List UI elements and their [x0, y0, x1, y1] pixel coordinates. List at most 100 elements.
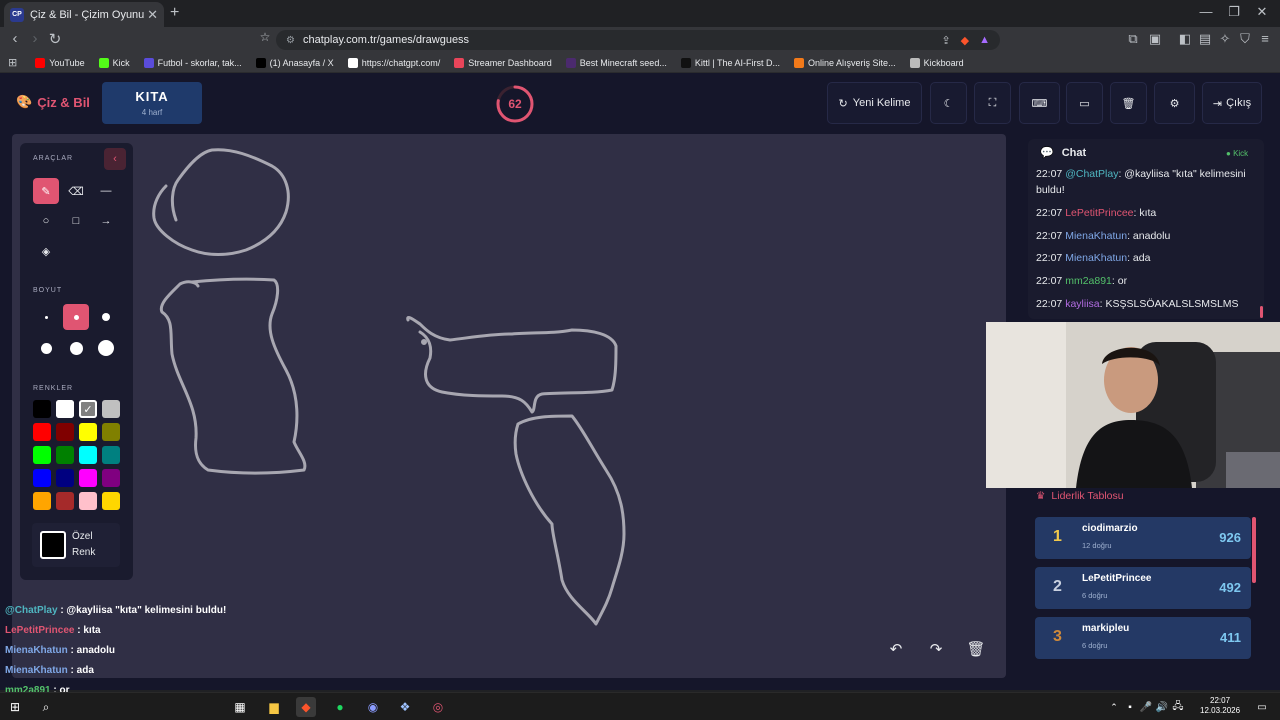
- undo-button[interactable]: ↶: [883, 636, 909, 662]
- bookmark-item[interactable]: Online Alışveriş Site...: [794, 57, 896, 68]
- color-swatch[interactable]: [33, 469, 51, 487]
- collapse-panel-button[interactable]: ‹: [104, 148, 126, 170]
- rectangle-tool[interactable]: □: [63, 208, 89, 234]
- brave-browser-icon[interactable]: ◆: [296, 697, 316, 717]
- color-swatch[interactable]: [56, 446, 74, 464]
- apps-icon[interactable]: ⊞: [8, 56, 17, 69]
- taskbar-clock[interactable]: 22:07 12.03.2026: [1200, 696, 1240, 716]
- eraser-tool[interactable]: ⌫: [63, 178, 89, 204]
- bookmark-item[interactable]: Futbol - skorlar, tak...: [143, 57, 242, 68]
- task-view-icon[interactable]: ▦: [230, 697, 250, 717]
- color-swatch[interactable]: [56, 423, 74, 441]
- color-swatch[interactable]: [33, 492, 51, 510]
- color-swatch[interactable]: [79, 492, 97, 510]
- wallet-icon[interactable]: ▣: [1146, 31, 1164, 47]
- menu-icon[interactable]: ≡: [1256, 31, 1274, 46]
- color-swatch[interactable]: [79, 423, 97, 441]
- color-swatch[interactable]: [33, 400, 51, 418]
- size-option-1[interactable]: [33, 304, 59, 330]
- vpn-shield-icon[interactable]: ⛉: [1236, 31, 1254, 47]
- trash-button[interactable]: 🗑: [1110, 82, 1147, 124]
- brave-shield-icon[interactable]: ◆: [961, 34, 969, 47]
- file-explorer-icon[interactable]: ▆: [264, 697, 284, 717]
- line-tool[interactable]: —: [93, 178, 119, 204]
- start-icon[interactable]: ⊞: [5, 697, 25, 717]
- browser-tab[interactable]: CP Çiz & Bil - Çizim Oyunu ✕: [4, 2, 164, 27]
- extensions-icon[interactable]: ⧉: [1124, 31, 1142, 47]
- chat-username[interactable]: MienaKhatun: [1065, 230, 1127, 242]
- brush-tool[interactable]: ✎: [33, 178, 59, 204]
- size-option-3[interactable]: [93, 304, 119, 330]
- color-swatch[interactable]: [102, 469, 120, 487]
- maximize-icon[interactable]: ❐: [1224, 4, 1244, 20]
- size-option-6[interactable]: [93, 335, 119, 361]
- chat-username[interactable]: @ChatPlay: [1065, 168, 1118, 180]
- color-swatch[interactable]: [102, 400, 120, 418]
- forward-icon[interactable]: ›: [26, 30, 44, 47]
- chat-scrollbar[interactable]: [1260, 306, 1263, 318]
- theme-toggle-button[interactable]: ☾: [930, 82, 967, 124]
- chat-username[interactable]: kayliisa: [1065, 298, 1099, 310]
- discord-icon[interactable]: ◉: [363, 697, 383, 717]
- arrow-tool[interactable]: →: [93, 208, 119, 234]
- exit-button[interactable]: ⇥ Çıkış: [1202, 82, 1262, 124]
- bookmark-item[interactable]: https://chatgpt.com/: [347, 57, 440, 68]
- color-swatch[interactable]: ✓: [79, 400, 97, 418]
- redo-button[interactable]: ↷: [923, 636, 949, 662]
- new-tab-icon[interactable]: +: [170, 4, 179, 22]
- size-option-5[interactable]: [63, 335, 89, 361]
- size-option-2[interactable]: [63, 304, 89, 330]
- app-icon[interactable]: ❖: [395, 697, 415, 717]
- color-swatch[interactable]: [102, 446, 120, 464]
- bookmark-item[interactable]: (1) Anasayfa / X: [255, 57, 334, 68]
- search-icon[interactable]: ⌕: [36, 697, 56, 717]
- notifications-icon[interactable]: ▭: [1252, 697, 1272, 717]
- leaderboard-scrollbar[interactable]: [1252, 517, 1256, 583]
- minimize-icon[interactable]: —: [1196, 4, 1216, 19]
- color-swatch[interactable]: [56, 400, 74, 418]
- settings-button[interactable]: ⚙: [1154, 82, 1195, 124]
- color-swatch[interactable]: [56, 492, 74, 510]
- color-swatch[interactable]: [102, 423, 120, 441]
- bookmark-item[interactable]: Streamer Dashboard: [454, 57, 552, 68]
- obs-icon[interactable]: ◎: [428, 697, 448, 717]
- window-close-icon[interactable]: ✕: [1252, 4, 1272, 20]
- color-swatch[interactable]: [33, 446, 51, 464]
- network-icon[interactable]: 🖧: [1168, 697, 1188, 717]
- site-info-icon[interactable]: ⚙: [286, 35, 295, 46]
- color-swatch[interactable]: [102, 492, 120, 510]
- new-word-button[interactable]: ↻ Yeni Kelime: [827, 82, 922, 124]
- chat-username[interactable]: MienaKhatun: [1065, 252, 1127, 264]
- tab-search-icon[interactable]: ▤: [1196, 31, 1214, 47]
- bookmark-item[interactable]: Kickboard: [909, 57, 964, 68]
- back-icon[interactable]: ‹: [6, 30, 24, 47]
- game-logo[interactable]: 🎨 Çiz & Bil: [16, 94, 90, 110]
- reload-icon[interactable]: ↻: [46, 30, 64, 48]
- drawing-canvas[interactable]: [12, 134, 1006, 678]
- chat-username[interactable]: LePetitPrincee: [1065, 207, 1133, 219]
- rewards-icon[interactable]: ▲: [979, 34, 990, 46]
- bookmark-item[interactable]: Kick: [98, 57, 130, 68]
- color-swatch[interactable]: [56, 469, 74, 487]
- archive-button[interactable]: ▭: [1066, 82, 1103, 124]
- bookmark-item[interactable]: Best Minecraft seed...: [565, 57, 667, 68]
- keyboard-button[interactable]: ⌨: [1019, 82, 1060, 124]
- tab-close-icon[interactable]: ✕: [147, 7, 158, 23]
- circle-tool[interactable]: ○: [33, 208, 59, 234]
- address-bar[interactable]: ⚙ chatplay.com.tr/games/drawguess ⇪ ◆ ▲: [276, 30, 1000, 50]
- chat-username[interactable]: mm2a891: [1065, 275, 1112, 287]
- fill-tool[interactable]: ◈: [33, 238, 59, 264]
- color-swatch[interactable]: [79, 469, 97, 487]
- bookmark-item[interactable]: Kittl | The AI-First D...: [680, 57, 780, 68]
- clear-canvas-button[interactable]: 🗑: [963, 636, 989, 662]
- bookmark-item[interactable]: YouTube: [35, 57, 85, 68]
- leo-ai-icon[interactable]: ✧: [1216, 31, 1234, 47]
- size-option-4[interactable]: [33, 335, 59, 361]
- custom-color-button[interactable]: Özel Renk: [32, 523, 120, 567]
- share-icon[interactable]: ⇪: [941, 34, 950, 47]
- spotify-icon[interactable]: ●: [330, 697, 350, 717]
- bookmark-star-icon[interactable]: ☆: [256, 30, 274, 44]
- fullscreen-button[interactable]: ⛶: [974, 82, 1011, 124]
- sidebar-icon[interactable]: ◧: [1176, 31, 1194, 47]
- color-swatch[interactable]: [79, 446, 97, 464]
